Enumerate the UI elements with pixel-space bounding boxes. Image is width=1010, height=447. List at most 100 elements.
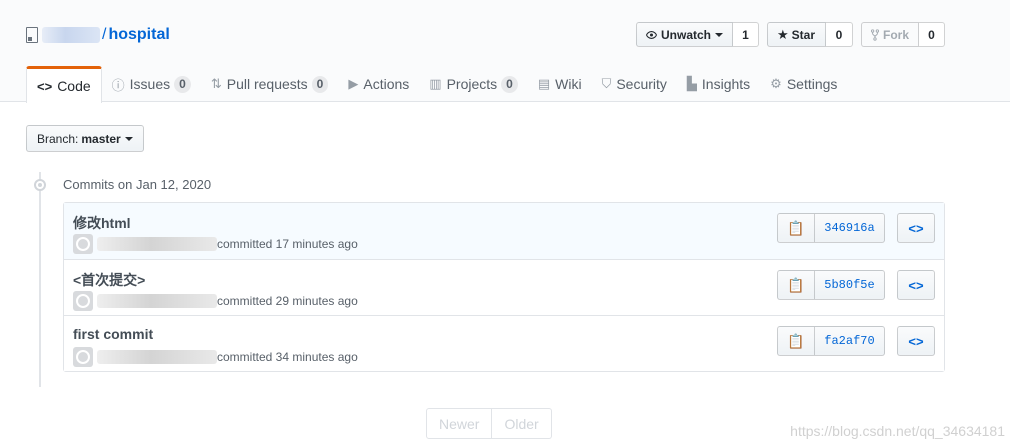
commit-list: 修改html committed 17 minutes ago 📋 346916… bbox=[63, 202, 945, 372]
code-icon: <> bbox=[37, 78, 53, 94]
avatar[interactable] bbox=[73, 347, 93, 367]
chevron-down-icon bbox=[124, 136, 133, 141]
repo-title: / hospital bbox=[26, 24, 170, 46]
copy-sha-button[interactable]: 📋 bbox=[777, 213, 815, 243]
play-icon: ▶ bbox=[348, 76, 359, 91]
newer-button[interactable]: Newer bbox=[426, 408, 493, 439]
fork-count[interactable]: 0 bbox=[919, 22, 945, 47]
tab-settings[interactable]: ⚙ Settings bbox=[760, 66, 847, 102]
star-icon: ★ bbox=[777, 26, 789, 42]
commit-meta: committed 34 minutes ago bbox=[73, 347, 358, 367]
projects-counter: 0 bbox=[501, 75, 518, 93]
tab-projects-label: Projects bbox=[446, 76, 498, 92]
tab-code[interactable]: <> Code bbox=[26, 66, 102, 103]
branch-prefix: Branch: bbox=[37, 131, 79, 146]
project-icon: ▥ bbox=[429, 76, 442, 91]
commit-sha-link[interactable]: 346916a bbox=[815, 213, 885, 243]
browse-files-button[interactable]: <> bbox=[897, 326, 935, 356]
browse-files-button[interactable]: <> bbox=[897, 270, 935, 300]
commit-sha-group: 📋 fa2af70 bbox=[777, 326, 885, 356]
tab-settings-label: Settings bbox=[786, 76, 838, 92]
commit-row: <首次提交> committed 29 minutes ago 📋 5b80f5… bbox=[64, 259, 944, 315]
older-button[interactable]: Older bbox=[492, 408, 552, 439]
repo-header: / hospital Unwatch 1 ★ Star 0 Fork 0 <> … bbox=[0, 0, 1010, 103]
tab-insights[interactable]: ▙ Insights bbox=[677, 66, 760, 102]
commit-sha-group: 📋 5b80f5e bbox=[777, 270, 885, 300]
tab-issues-label: Issues bbox=[129, 76, 171, 92]
star-group: ★ Star 0 bbox=[767, 22, 853, 47]
watermark-text: https://blog.csdn.net/qq_34634181 bbox=[790, 423, 1005, 439]
commit-sha-link[interactable]: fa2af70 bbox=[815, 326, 885, 356]
commit-group-icon bbox=[34, 179, 46, 191]
tab-actions-label: Actions bbox=[363, 76, 410, 92]
commit-sha-link[interactable]: 5b80f5e bbox=[815, 270, 885, 300]
commit-sha-group: 📋 346916a bbox=[777, 213, 885, 243]
author-link[interactable] bbox=[97, 350, 217, 364]
tab-pull-requests-label: Pull requests bbox=[226, 76, 308, 92]
eye-icon bbox=[646, 30, 657, 39]
tab-actions[interactable]: ▶ Actions bbox=[338, 66, 419, 102]
fork-group: Fork 0 bbox=[861, 22, 945, 47]
copy-sha-button[interactable]: 📋 bbox=[777, 326, 815, 356]
branch-select-button[interactable]: Branch: master bbox=[26, 125, 144, 152]
timeline-line bbox=[39, 172, 41, 387]
tab-code-label: Code bbox=[57, 78, 91, 94]
commit-time: committed 34 minutes ago bbox=[217, 350, 358, 364]
repo-name-link[interactable]: hospital bbox=[108, 26, 169, 44]
author-link[interactable] bbox=[97, 237, 217, 251]
chevron-down-icon bbox=[715, 32, 723, 37]
pagination: Newer Older bbox=[426, 408, 552, 439]
commit-message-link[interactable]: first commit bbox=[73, 326, 153, 342]
graph-icon: ▙ bbox=[686, 76, 697, 91]
repo-separator: / bbox=[102, 26, 107, 43]
commit-time: committed 29 minutes ago bbox=[217, 294, 358, 308]
commit-row: 修改html committed 17 minutes ago 📋 346916… bbox=[64, 203, 944, 259]
author-link[interactable] bbox=[97, 294, 217, 308]
pull-request-icon: ⇅ bbox=[210, 76, 222, 91]
browse-files-button[interactable]: <> bbox=[897, 213, 935, 243]
star-button[interactable]: ★ Star bbox=[767, 22, 826, 47]
issue-icon: ⓘ bbox=[111, 77, 125, 93]
tab-insights-label: Insights bbox=[701, 76, 751, 92]
repo-nav: <> Code ⓘ Issues 0 ⇅ Pull requests 0 ▶ A… bbox=[26, 66, 847, 103]
commit-meta: committed 29 minutes ago bbox=[73, 291, 358, 311]
avatar[interactable] bbox=[73, 234, 93, 254]
issues-counter: 0 bbox=[174, 75, 191, 93]
watch-count[interactable]: 1 bbox=[733, 22, 759, 47]
commit-message-link[interactable]: <首次提交> bbox=[73, 270, 145, 290]
tab-projects[interactable]: ▥ Projects 0 bbox=[419, 66, 528, 102]
unwatch-label: Unwatch bbox=[660, 27, 711, 42]
commits-date-heading: Commits on Jan 12, 2020 bbox=[63, 177, 212, 192]
fork-button[interactable]: Fork bbox=[861, 22, 919, 47]
commit-meta: committed 17 minutes ago bbox=[73, 234, 358, 254]
star-label: Star bbox=[791, 27, 815, 42]
tab-pull-requests[interactable]: ⇅ Pull requests 0 bbox=[201, 66, 339, 102]
tab-security[interactable]: ⛉ Security bbox=[592, 66, 677, 102]
tab-wiki[interactable]: ▤ Wiki bbox=[528, 66, 592, 102]
star-count[interactable]: 0 bbox=[826, 22, 853, 47]
book-icon: ▤ bbox=[537, 76, 551, 91]
commit-message-link[interactable]: 修改html bbox=[73, 213, 131, 233]
fork-icon bbox=[871, 28, 879, 41]
repo-owner-link[interactable] bbox=[42, 27, 100, 43]
code-icon: <> bbox=[908, 277, 924, 293]
pull-requests-counter: 0 bbox=[311, 75, 329, 93]
copy-sha-button[interactable]: 📋 bbox=[777, 270, 815, 300]
fork-label: Fork bbox=[882, 27, 909, 42]
clipboard-icon: 📋 bbox=[787, 219, 805, 236]
watch-group: Unwatch 1 bbox=[636, 22, 759, 47]
tab-wiki-label: Wiki bbox=[555, 76, 582, 92]
repo-icon bbox=[26, 27, 38, 43]
tab-issues[interactable]: ⓘ Issues 0 bbox=[102, 66, 201, 102]
code-icon: <> bbox=[908, 333, 924, 349]
avatar[interactable] bbox=[73, 291, 93, 311]
commit-row: first commit committed 34 minutes ago 📋 … bbox=[64, 315, 944, 371]
clipboard-icon: 📋 bbox=[787, 276, 805, 293]
shield-icon: ⛉ bbox=[601, 76, 612, 91]
unwatch-button[interactable]: Unwatch bbox=[636, 22, 733, 47]
branch-name: master bbox=[81, 131, 121, 146]
code-icon: <> bbox=[908, 220, 924, 236]
tab-security-label: Security bbox=[616, 76, 667, 92]
commit-time: committed 17 minutes ago bbox=[217, 237, 358, 251]
clipboard-icon: 📋 bbox=[787, 332, 805, 349]
